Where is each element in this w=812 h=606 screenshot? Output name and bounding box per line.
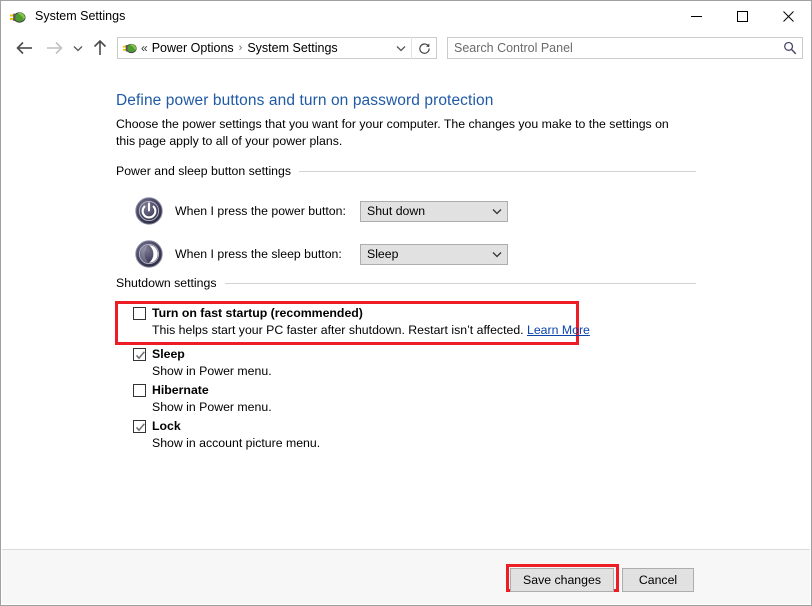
search-icon[interactable] bbox=[778, 41, 802, 55]
minimize-button[interactable] bbox=[673, 1, 719, 32]
breadcrumb-separator-icon: › bbox=[238, 42, 243, 54]
power-button-action-value: Shut down bbox=[367, 204, 426, 218]
sleep-checkbox[interactable] bbox=[133, 348, 146, 361]
refresh-icon[interactable] bbox=[411, 37, 436, 59]
navigation-bar: « Power Options › System Settings bbox=[1, 32, 811, 64]
sleep-button-action-select[interactable]: Sleep bbox=[360, 243, 508, 265]
sleep-button-setting-row: When I press the sleep button: Sleep bbox=[134, 239, 508, 269]
address-power-options-icon bbox=[122, 40, 138, 56]
lock-label: Lock bbox=[152, 419, 181, 433]
sleep-description: Show in Power menu. bbox=[152, 364, 272, 378]
section-rule bbox=[299, 170, 696, 172]
hibernate-line: Hibernate bbox=[133, 383, 272, 398]
lock-option: Lock Show in account picture menu. bbox=[133, 419, 320, 451]
lock-description: Show in account picture menu. bbox=[152, 436, 321, 450]
section-rule bbox=[224, 282, 696, 284]
sleep-button-label: When I press the sleep button: bbox=[175, 247, 342, 261]
dialog-footer: Save changes Cancel bbox=[2, 549, 810, 604]
recent-locations-chevron-down-icon[interactable] bbox=[69, 35, 87, 61]
sleep-line: Sleep bbox=[133, 347, 272, 362]
maximize-button[interactable] bbox=[719, 1, 765, 32]
page-description: Choose the power settings that you want … bbox=[116, 117, 669, 148]
fast-startup-checkbox[interactable] bbox=[133, 307, 146, 320]
power-options-icon bbox=[9, 8, 27, 26]
power-button-icon bbox=[134, 196, 164, 226]
sleep-label: Sleep bbox=[152, 347, 185, 361]
lock-checkbox[interactable] bbox=[133, 420, 146, 433]
hibernate-checkbox[interactable] bbox=[133, 384, 146, 397]
window-controls bbox=[673, 1, 811, 32]
title-bar: System Settings bbox=[1, 1, 811, 32]
chevron-down-icon bbox=[487, 208, 507, 215]
hibernate-description: Show in Power menu. bbox=[152, 400, 272, 414]
section-label-shutdown: Shutdown settings bbox=[116, 276, 217, 290]
breadcrumb-overflow[interactable]: « bbox=[141, 41, 148, 55]
search-control-panel-box[interactable] bbox=[447, 37, 803, 59]
learn-more-link[interactable]: Learn More bbox=[527, 323, 590, 337]
up-arrow-icon[interactable] bbox=[87, 35, 113, 61]
section-header-shutdown: Shutdown settings bbox=[116, 276, 696, 290]
chevron-down-icon bbox=[487, 251, 507, 258]
power-button-label: When I press the power button: bbox=[175, 204, 346, 218]
breadcrumb-power-options[interactable]: Power Options bbox=[152, 41, 234, 55]
page-title: Define power buttons and turn on passwor… bbox=[116, 92, 494, 109]
section-header-power-sleep: Power and sleep button settings bbox=[116, 164, 696, 178]
fast-startup-option: Turn on fast startup (recommended) This … bbox=[133, 306, 590, 338]
address-chevron-down-icon[interactable] bbox=[391, 45, 411, 52]
address-bar[interactable]: « Power Options › System Settings bbox=[117, 37, 437, 59]
power-button-action-select[interactable]: Shut down bbox=[360, 200, 508, 222]
breadcrumb-system-settings[interactable]: System Settings bbox=[247, 41, 337, 55]
search-input[interactable] bbox=[448, 41, 778, 55]
power-button-setting-row: When I press the power button: Shut down bbox=[134, 196, 508, 226]
system-settings-window: System Settings « Power Options › System… bbox=[0, 0, 812, 606]
content-area: Define power buttons and turn on passwor… bbox=[2, 65, 810, 549]
fast-startup-description-text: This helps start your PC faster after sh… bbox=[152, 323, 527, 337]
close-button[interactable] bbox=[765, 1, 811, 32]
section-label-power-sleep: Power and sleep button settings bbox=[116, 164, 292, 178]
fast-startup-label: Turn on fast startup (recommended) bbox=[152, 306, 363, 320]
sleep-option: Sleep Show in Power menu. bbox=[133, 347, 272, 379]
sleep-moon-icon bbox=[134, 239, 164, 269]
fast-startup-line: Turn on fast startup (recommended) bbox=[133, 306, 590, 321]
forward-arrow-icon bbox=[39, 35, 69, 61]
cancel-button[interactable]: Cancel bbox=[622, 568, 694, 592]
hibernate-option: Hibernate Show in Power menu. bbox=[133, 383, 272, 415]
back-arrow-icon[interactable] bbox=[9, 35, 39, 61]
lock-line: Lock bbox=[133, 419, 320, 434]
window-title: System Settings bbox=[35, 9, 126, 24]
hibernate-label: Hibernate bbox=[152, 383, 209, 397]
fast-startup-description: This helps start your PC faster after sh… bbox=[152, 323, 590, 338]
save-changes-button[interactable]: Save changes bbox=[510, 568, 614, 592]
sleep-button-action-value: Sleep bbox=[367, 247, 399, 261]
